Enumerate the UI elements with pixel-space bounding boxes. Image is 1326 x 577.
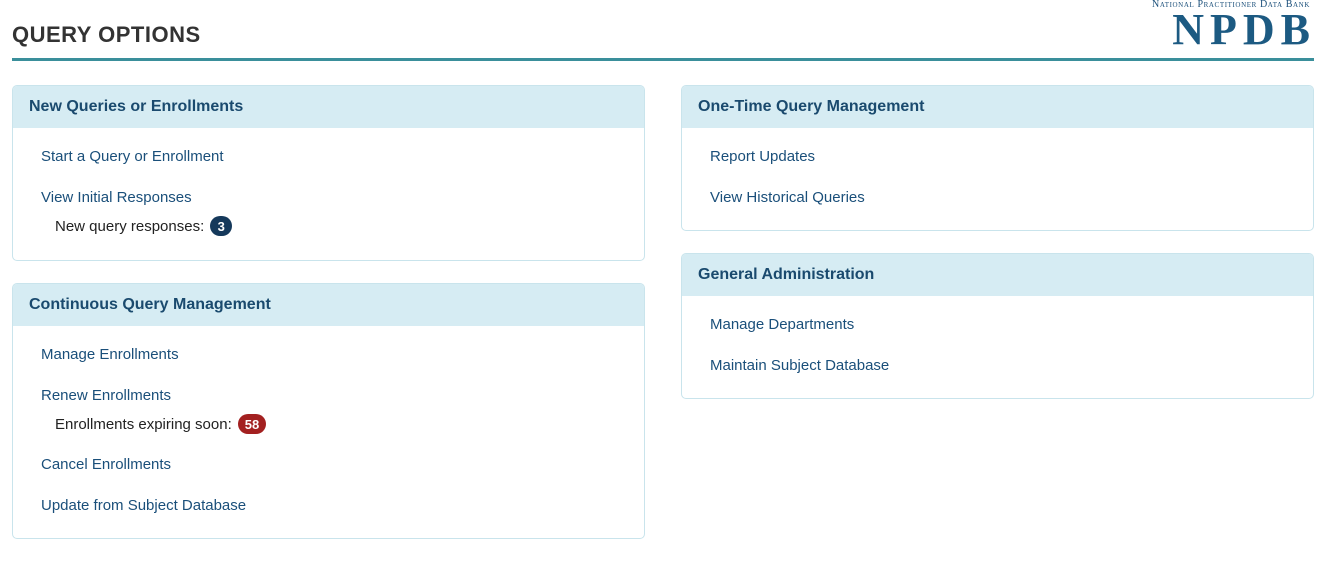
logo-text: NPDB xyxy=(1152,8,1316,52)
status-label: New query responses: xyxy=(55,218,204,235)
right-column: One-Time Query Management Report Updates… xyxy=(681,85,1314,561)
page-title: QUERY OPTIONS xyxy=(12,22,201,52)
card-general-admin: General Administration Manage Department… xyxy=(681,253,1314,399)
link-view-initial-responses[interactable]: View Initial Responses xyxy=(41,189,616,206)
card-title-continuous: Continuous Query Management xyxy=(13,284,644,326)
card-onetime-query: One-Time Query Management Report Updates… xyxy=(681,85,1314,231)
status-label: Enrollments expiring soon: xyxy=(55,416,232,433)
npdb-logo: National Practitioner Data Bank NPDB xyxy=(1152,0,1314,52)
status-badge: 3 xyxy=(210,216,232,236)
link-manage-departments[interactable]: Manage Departments xyxy=(710,316,1285,333)
card-new-queries: New Queries or Enrollments Start a Query… xyxy=(12,85,645,261)
status-new-responses: New query responses: 3 xyxy=(55,216,616,236)
card-continuous-query: Continuous Query Management Manage Enrol… xyxy=(12,283,645,539)
page-header: QUERY OPTIONS National Practitioner Data… xyxy=(12,0,1314,61)
link-view-historical-queries[interactable]: View Historical Queries xyxy=(710,189,1285,206)
card-title-general: General Administration xyxy=(682,254,1313,296)
link-update-from-subject-db[interactable]: Update from Subject Database xyxy=(41,497,616,514)
card-title-new-queries: New Queries or Enrollments xyxy=(13,86,644,128)
left-column: New Queries or Enrollments Start a Query… xyxy=(12,85,645,561)
status-expiring-enrollments: Enrollments expiring soon: 58 xyxy=(55,414,616,434)
card-title-onetime: One-Time Query Management xyxy=(682,86,1313,128)
link-renew-enrollments[interactable]: Renew Enrollments xyxy=(41,387,616,404)
link-start-query[interactable]: Start a Query or Enrollment xyxy=(41,148,616,165)
link-report-updates[interactable]: Report Updates xyxy=(710,148,1285,165)
link-manage-enrollments[interactable]: Manage Enrollments xyxy=(41,346,616,363)
status-badge: 58 xyxy=(238,414,266,434)
link-cancel-enrollments[interactable]: Cancel Enrollments xyxy=(41,456,616,473)
link-maintain-subject-db[interactable]: Maintain Subject Database xyxy=(710,357,1285,374)
